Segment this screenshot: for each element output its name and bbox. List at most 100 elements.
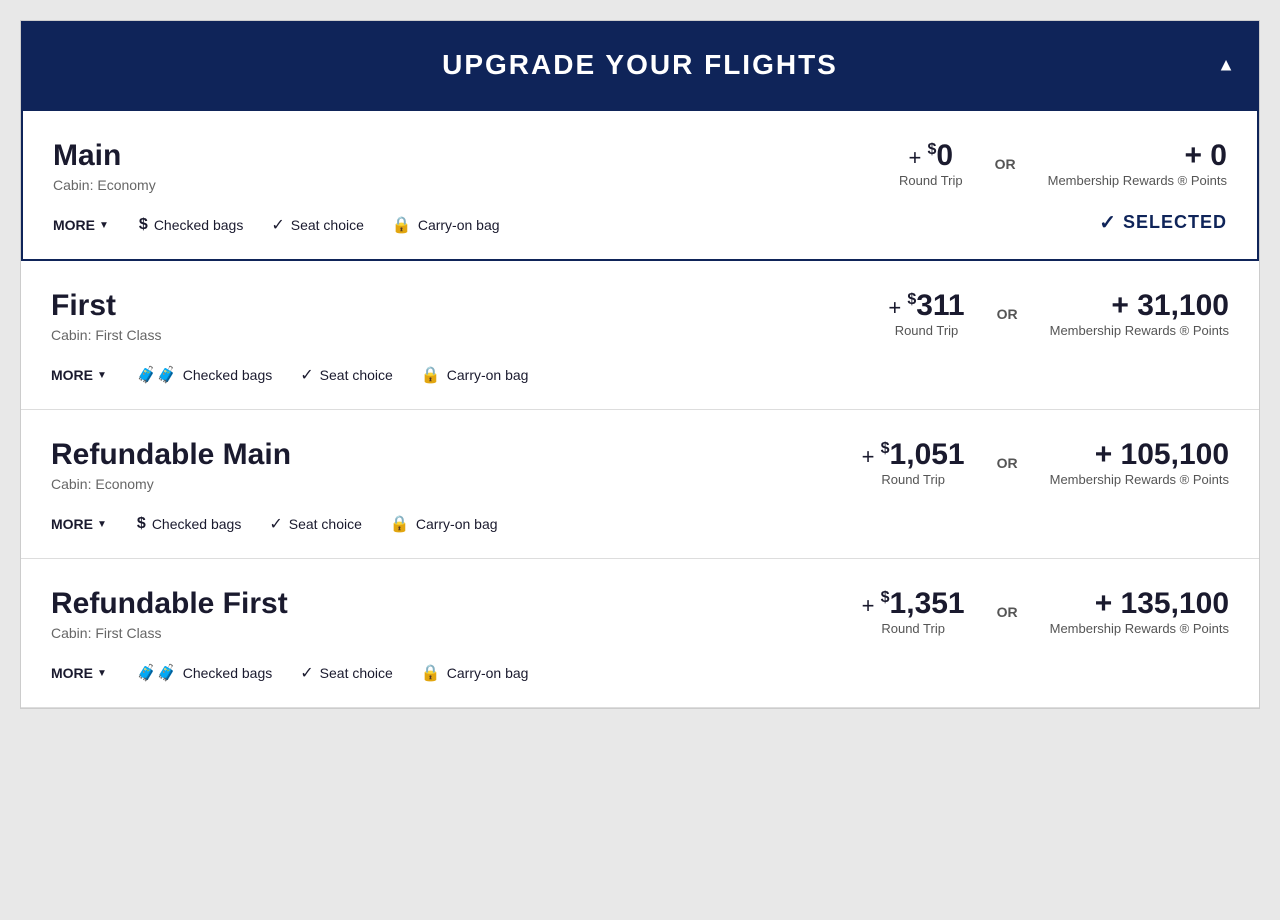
check-icon: ✓ [300, 365, 313, 385]
fare-cabin: Cabin: Economy [51, 476, 291, 492]
more-button[interactable]: MORE ▼ [51, 367, 107, 383]
fare-price-amount: + $1,351 [862, 587, 965, 621]
feature-label: Checked bags [152, 516, 242, 532]
more-button[interactable]: MORE ▼ [53, 217, 109, 233]
feature-seat-choice: ✓ Seat choice [300, 663, 393, 683]
price-plus: + [888, 295, 907, 320]
fare-points: + 105,100 Membership Rewards ® Points [1050, 438, 1229, 487]
fare-bottom: MORE ▼ $ Checked bags ✓ Seat choice 🔒 Ca… [51, 514, 1229, 534]
fare-price-amount: + $0 [899, 139, 963, 173]
dropdown-arrow-icon: ▼ [99, 220, 109, 231]
selected-check-icon: ✓ [1099, 210, 1117, 235]
feature-carry-on-bag: 🔒 Carry-on bag [392, 215, 500, 235]
feature-carry-on-bag: 🔒 Carry-on bag [421, 365, 529, 385]
fare-price-amount: + $1,051 [862, 438, 965, 472]
fare-points: + 0 Membership Rewards ® Points [1048, 139, 1227, 188]
price-dollar: $ [907, 291, 916, 308]
fare-info: Refundable First Cabin: First Class [51, 587, 288, 641]
fare-card-main[interactable]: Main Cabin: Economy + $0 Round Trip OR +… [21, 109, 1259, 261]
fare-points: + 31,100 Membership Rewards ® Points [1050, 289, 1229, 338]
fare-points-amount: + 135,100 [1050, 587, 1229, 621]
more-button[interactable]: MORE ▼ [51, 516, 107, 532]
feature-label: Seat choice [320, 367, 393, 383]
or-divider: OR [989, 604, 1026, 620]
check-icon: ✓ [269, 514, 282, 534]
or-divider: OR [987, 156, 1024, 172]
fare-price: + $311 Round Trip [888, 289, 964, 338]
fare-price: + $0 Round Trip [899, 139, 963, 188]
price-dollar: $ [881, 440, 890, 457]
fare-points-amount: + 105,100 [1050, 438, 1229, 472]
fare-points-label: Membership Rewards ® Points [1050, 472, 1229, 487]
collapse-icon[interactable]: ▲ [1217, 55, 1235, 76]
bag-icon: 🔒 [390, 514, 410, 534]
fare-card-refundable-first[interactable]: Refundable First Cabin: First Class + $1… [21, 559, 1259, 708]
selected-text: SELECTED [1123, 212, 1227, 233]
fare-card-refundable-main[interactable]: Refundable Main Cabin: Economy + $1,051 … [21, 410, 1259, 559]
fare-top: Main Cabin: Economy + $0 Round Trip OR +… [53, 139, 1227, 193]
fare-cabin: Cabin: Economy [53, 177, 156, 193]
price-plus: + [862, 593, 881, 618]
feature-checked-bags: $ Checked bags [139, 216, 243, 234]
dropdown-arrow-icon: ▼ [97, 519, 107, 530]
feature-label: Carry-on bag [416, 516, 498, 532]
feature-carry-on-bag: 🔒 Carry-on bag [390, 514, 498, 534]
fare-cabin: Cabin: First Class [51, 625, 288, 641]
feature-seat-choice: ✓ Seat choice [269, 514, 362, 534]
fare-price-amount: + $311 [888, 289, 964, 323]
price-plus: + [909, 145, 928, 170]
dollar-icon: $ [139, 216, 148, 234]
fare-price: + $1,351 Round Trip [862, 587, 965, 636]
feature-label: Carry-on bag [447, 665, 529, 681]
fare-points: + 135,100 Membership Rewards ® Points [1050, 587, 1229, 636]
dropdown-arrow-icon: ▼ [97, 370, 107, 381]
price-dollar: $ [881, 589, 890, 606]
check-icon: ✓ [271, 215, 284, 235]
check-icon: ✓ [300, 663, 313, 683]
feature-label: Seat choice [289, 516, 362, 532]
feature-carry-on-bag: 🔒 Carry-on bag [421, 663, 529, 683]
feature-label: Carry-on bag [418, 217, 500, 233]
fare-cabin: Cabin: First Class [51, 327, 161, 343]
price-plus: + [862, 444, 881, 469]
feature-label: Checked bags [183, 367, 273, 383]
feature-label: Seat choice [291, 217, 364, 233]
bag-icon: 🔒 [392, 215, 412, 235]
fare-pricing: + $1,051 Round Trip OR + 105,100 Members… [862, 438, 1229, 487]
or-divider: OR [989, 306, 1026, 322]
more-button[interactable]: MORE ▼ [51, 665, 107, 681]
fare-price-label: Round Trip [862, 472, 965, 487]
fare-points-label: Membership Rewards ® Points [1048, 173, 1227, 188]
fare-name: Refundable Main [51, 438, 291, 472]
dropdown-arrow-icon: ▼ [97, 668, 107, 679]
fare-top: First Cabin: First Class + $311 Round Tr… [51, 289, 1229, 343]
selected-badge: ✓ SELECTED [1099, 210, 1227, 235]
more-label: MORE [51, 516, 93, 532]
fare-name: Refundable First [51, 587, 288, 621]
more-label: MORE [51, 665, 93, 681]
more-label: MORE [53, 217, 95, 233]
fare-card-first[interactable]: First Cabin: First Class + $311 Round Tr… [21, 261, 1259, 410]
feature-label: Seat choice [320, 665, 393, 681]
feature-checked-bags: $ Checked bags [137, 515, 241, 533]
fare-list: Main Cabin: Economy + $0 Round Trip OR +… [21, 109, 1259, 708]
fare-info: Main Cabin: Economy [53, 139, 156, 193]
fare-price-label: Round Trip [888, 323, 964, 338]
feature-seat-choice: ✓ Seat choice [271, 215, 364, 235]
fare-price-label: Round Trip [862, 621, 965, 636]
fare-points-amount: + 0 [1048, 139, 1227, 173]
feature-checked-bags: 🧳🧳 Checked bags [137, 663, 272, 683]
feature-checked-bags: 🧳🧳 Checked bags [137, 365, 272, 385]
fare-bottom: MORE ▼ 🧳🧳 Checked bags ✓ Seat choice 🔒 C… [51, 365, 1229, 385]
fare-info: First Cabin: First Class [51, 289, 161, 343]
bags-icon: 🧳🧳 [137, 663, 177, 683]
header: UPGRADE YOUR FLIGHTS ▲ [21, 21, 1259, 109]
feature-seat-choice: ✓ Seat choice [300, 365, 393, 385]
fare-pricing: + $311 Round Trip OR + 31,100 Membership… [888, 289, 1229, 338]
bags-icon: 🧳🧳 [137, 365, 177, 385]
feature-label: Carry-on bag [447, 367, 529, 383]
more-label: MORE [51, 367, 93, 383]
feature-label: Checked bags [183, 665, 273, 681]
fare-pricing: + $0 Round Trip OR + 0 Membership Reward… [899, 139, 1227, 188]
dollar-icon: $ [137, 515, 146, 533]
